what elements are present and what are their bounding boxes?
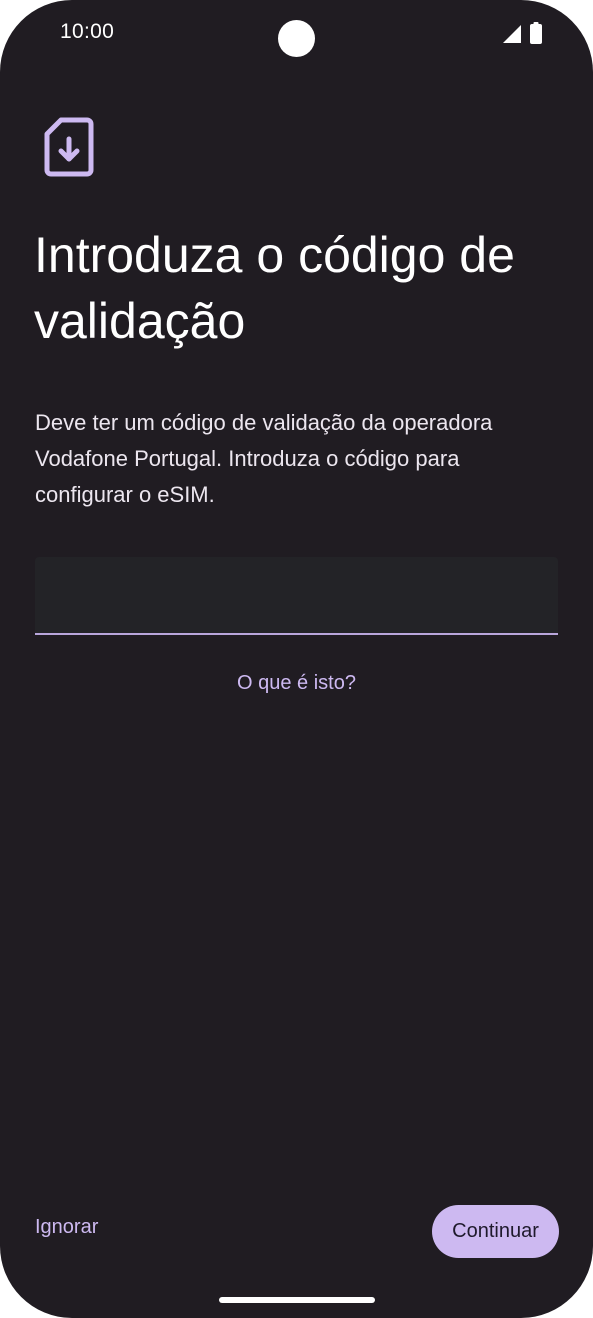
continue-button[interactable]: Continuar bbox=[432, 1205, 559, 1258]
status-time: 10:00 bbox=[60, 20, 115, 43]
what-is-this-link[interactable]: O que é isto? bbox=[0, 672, 593, 695]
signal-icon bbox=[503, 25, 521, 43]
validation-code-input[interactable] bbox=[35, 557, 558, 635]
home-indicator[interactable] bbox=[219, 1297, 375, 1303]
page-title: Introduza o código de validação bbox=[34, 227, 515, 349]
battery-icon bbox=[530, 22, 542, 44]
phone-screen: 10:00 Introduza o código de validação De… bbox=[0, 0, 593, 1318]
esim-download-icon bbox=[44, 117, 94, 177]
description-text: Deve ter um código de validação da opera… bbox=[35, 410, 493, 507]
skip-button[interactable]: Ignorar bbox=[35, 1216, 98, 1239]
status-bar: 10:00 bbox=[0, 0, 593, 70]
front-camera bbox=[278, 20, 315, 57]
